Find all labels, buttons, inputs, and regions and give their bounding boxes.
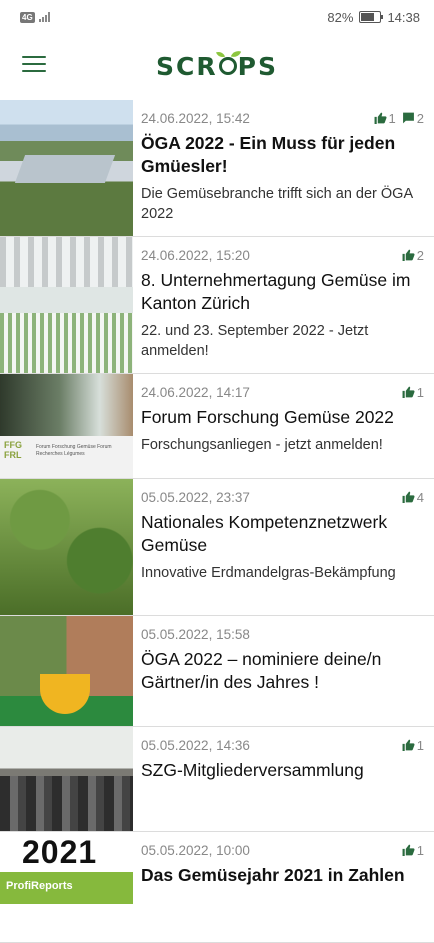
news-item[interactable]: 05.05.2022, 15:58 ÖGA 2022 – nominiere d… — [0, 616, 434, 727]
app-bar: SCR PS — [0, 34, 434, 98]
news-title: ÖGA 2022 - Ein Muss für jeden Gmüesler! — [141, 133, 396, 176]
status-bar: 4G 82% 14:38 — [0, 0, 434, 34]
profireports-logo: ProfiReports — [6, 880, 73, 892]
news-subtitle: 22. und 23. September 2022 - Jetzt anmel… — [141, 323, 369, 359]
like-count: 1 — [416, 384, 424, 400]
news-title: Forum Forschung Gemüse 2022 — [141, 407, 394, 427]
thumbs-up-icon — [402, 249, 415, 261]
news-title: 8. Unternehmertagung Gemüse im Kanton Zü… — [141, 270, 411, 313]
thumbs-up-icon — [402, 491, 415, 503]
news-date: 05.05.2022, 23:37 — [141, 489, 250, 505]
like-count: 4 — [416, 489, 424, 505]
news-title: Nationales Kompetenznetzwerk Gemüse — [141, 512, 388, 555]
news-subtitle: Innovative Erdmandelgras-Bekämpfung — [141, 565, 396, 581]
like-count: 1 — [416, 842, 424, 858]
news-item[interactable]: 2021 ProfiReports 05.05.2022, 10:00 1 Das… — [0, 832, 434, 943]
like-count: 2 — [416, 247, 424, 263]
news-thumbnail — [0, 100, 133, 236]
ffg-logo: FFG FRL — [4, 440, 22, 460]
like-count: 1 — [416, 737, 424, 753]
news-subtitle: Forschungsanliegen - jetzt anmelden! — [141, 437, 383, 453]
news-date: 05.05.2022, 15:58 — [141, 626, 250, 642]
logo-text-right: PS — [237, 51, 278, 81]
news-item[interactable]: 24.06.2022, 15:20 2 8. Unternehmertagung… — [0, 237, 434, 374]
news-date: 05.05.2022, 14:36 — [141, 737, 250, 753]
thumb-year: 2021 — [22, 834, 98, 870]
battery-percent: 82% — [327, 9, 354, 25]
news-thumbnail: 2021 ProfiReports — [0, 832, 133, 942]
news-item[interactable]: FFG FRL Forum Forschung Gemüse Forum Rech… — [0, 374, 434, 479]
news-title: SZG-Mitgliederversammlung — [141, 760, 364, 780]
thumbs-up-icon — [402, 844, 415, 856]
news-thumbnail — [0, 237, 133, 373]
news-title: Das Gemüsejahr 2021 in Zahlen — [141, 865, 405, 885]
thumbs-up-icon — [402, 739, 415, 751]
news-thumbnail — [0, 616, 133, 726]
news-item[interactable]: 05.05.2022, 23:37 4 Nationales Kompetenz… — [0, 479, 434, 616]
scrops-logo: SCR PS — [156, 52, 278, 81]
battery-icon — [359, 11, 384, 23]
news-item[interactable]: 05.05.2022, 14:36 1 SZG-Mitgliederversam… — [0, 727, 434, 832]
news-title: ÖGA 2022 – nominiere deine/n Gärtner/in … — [141, 649, 382, 692]
news-date: 05.05.2022, 10:00 — [141, 842, 250, 858]
comment-icon — [402, 112, 414, 124]
clock: 14:38 — [387, 9, 420, 25]
thumbs-up-icon — [374, 112, 387, 124]
logo-leaf-icon — [218, 57, 237, 75]
news-item[interactable]: 24.06.2022, 15:42 1 2 ÖGA 2022 - Ein Mus… — [0, 100, 434, 237]
news-subtitle: Die Gemüsebranche trifft sich an der ÖGA… — [141, 186, 413, 222]
news-date: 24.06.2022, 15:20 — [141, 247, 250, 263]
news-feed: 24.06.2022, 15:42 1 2 ÖGA 2022 - Ein Mus… — [0, 100, 434, 943]
news-thumbnail: FFG FRL Forum Forschung Gemüse Forum Rech… — [0, 374, 133, 478]
status-right: 82% 14:38 — [327, 10, 420, 25]
network-type-badge: 4G — [20, 11, 35, 23]
ffg-logo-text: Forum Forschung Gemüse Forum Recherches … — [36, 444, 112, 457]
news-thumbnail — [0, 479, 133, 615]
logo-text-left: SCR — [156, 51, 218, 81]
comment-count: 2 — [416, 110, 424, 126]
like-count: 1 — [388, 110, 396, 126]
news-date: 24.06.2022, 15:42 — [141, 110, 250, 126]
news-thumbnail — [0, 727, 133, 831]
signal-icon — [38, 12, 50, 22]
network-indicators: 4G — [20, 11, 50, 23]
hamburger-menu-icon[interactable] — [22, 56, 46, 74]
news-date: 24.06.2022, 14:17 — [141, 384, 250, 400]
thumbs-up-icon — [402, 386, 415, 398]
